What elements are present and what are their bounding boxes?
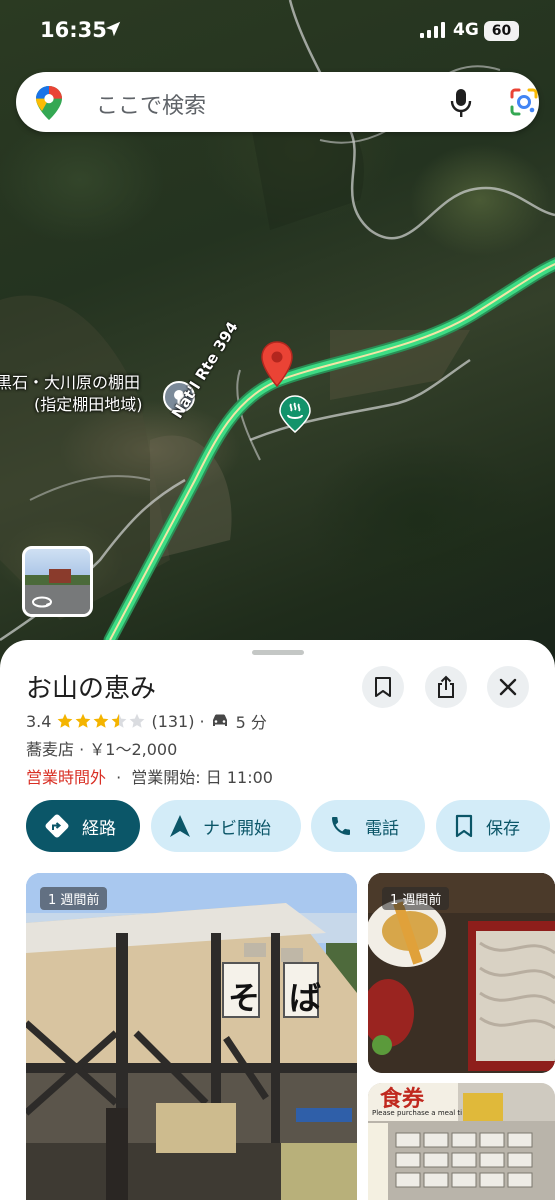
separator-dot: · [199,711,205,731]
hours-separator: · [116,768,122,787]
save-icon-button[interactable] [362,666,404,708]
sheet-drag-handle[interactable] [252,650,304,655]
car-icon [212,714,227,726]
action-chips: 経路 ナビ開始 電話 保存 [26,800,555,852]
save-button[interactable]: 保存 [436,800,550,852]
call-button[interactable]: 電話 [311,800,425,852]
share-icon [438,675,454,698]
call-label: 電話 [365,818,399,839]
search-input[interactable]: ここで検索 [96,88,206,120]
status-time: 16:35 [40,18,107,42]
photo-food[interactable]: 1 週間前 [368,873,555,1073]
status-bar: 16:35 4G 60 [0,0,555,62]
photo-building[interactable]: そ ば 1 週間前 [26,873,357,1200]
stars-icon [58,713,145,728]
hours-next-open: 営業開始: 日 11:00 [131,768,273,787]
drive-time: 5 分 [235,713,267,732]
photo-age-badge: 1 週間前 [382,887,450,910]
ticket-sign-subtext: Please purchase a meal ticket [372,1109,462,1117]
map-area-label[interactable]: 黒石・大川原の棚田 (指定棚田地域) [0,372,143,416]
area-label-line1: 黒石・大川原の棚田 [0,373,141,392]
hours-row[interactable]: 営業時間外 · 営業開始: 日 11:00 [26,764,273,788]
review-count[interactable]: (131) [151,712,194,731]
close-button[interactable] [487,666,529,708]
category-price: 蕎麦店 · ￥1～2,000 [26,740,178,759]
network-type: 4G [453,20,479,40]
bookmark-outline-icon [455,814,473,838]
signal-icon [420,22,445,38]
hours-status: 営業時間外 [26,768,107,787]
building-scene [26,873,357,1200]
location-arrow-icon [105,21,121,37]
directions-icon [45,814,69,838]
sign-ba: ば [289,979,322,1017]
start-navigation-label: ナビ開始 [203,818,271,839]
directions-button[interactable]: 経路 [26,800,140,852]
google-lens-icon[interactable] [508,86,540,118]
save-label: 保存 [486,818,520,839]
sign-so: そ [228,979,261,1017]
battery-level: 60 [484,21,519,41]
rating-stars [57,713,145,729]
search-bar[interactable]: ここで検索 [16,72,539,132]
place-title: お山の恵み [26,674,157,704]
photo-ticket-machine[interactable]: 食券 Please purchase a meal ticket [368,1083,555,1200]
street-view-thumbnail[interactable] [22,546,93,617]
share-button[interactable] [425,666,467,708]
hot-spring-marker-icon[interactable] [279,395,311,433]
navigation-arrow-icon [170,815,190,837]
place-details-sheet[interactable]: お山の恵み 3.4 (131) · 5 分 蕎麦店 · ￥1～2,000 営業時… [0,640,555,1200]
bookmark-icon [375,677,391,697]
rotate-360-icon [32,596,52,608]
maps-pin-logo-icon [36,86,62,120]
phone-icon [332,817,350,835]
close-icon [499,678,517,696]
start-navigation-button[interactable]: ナビ開始 [151,800,301,852]
directions-label: 経路 [82,818,116,839]
area-label-line2: (指定棚田地域) [34,395,143,414]
selected-pin-icon[interactable] [259,340,295,390]
rating-row: 3.4 (131) · 5 分 [26,709,267,733]
map-view[interactable]: 16:35 4G 60 ここで検索 黒石・大川原の棚田 (指定棚田地域) Nat… [0,0,555,700]
photo-age-badge: 1 週間前 [40,887,108,910]
microphone-icon[interactable] [450,88,472,118]
rating-value: 3.4 [26,711,52,731]
